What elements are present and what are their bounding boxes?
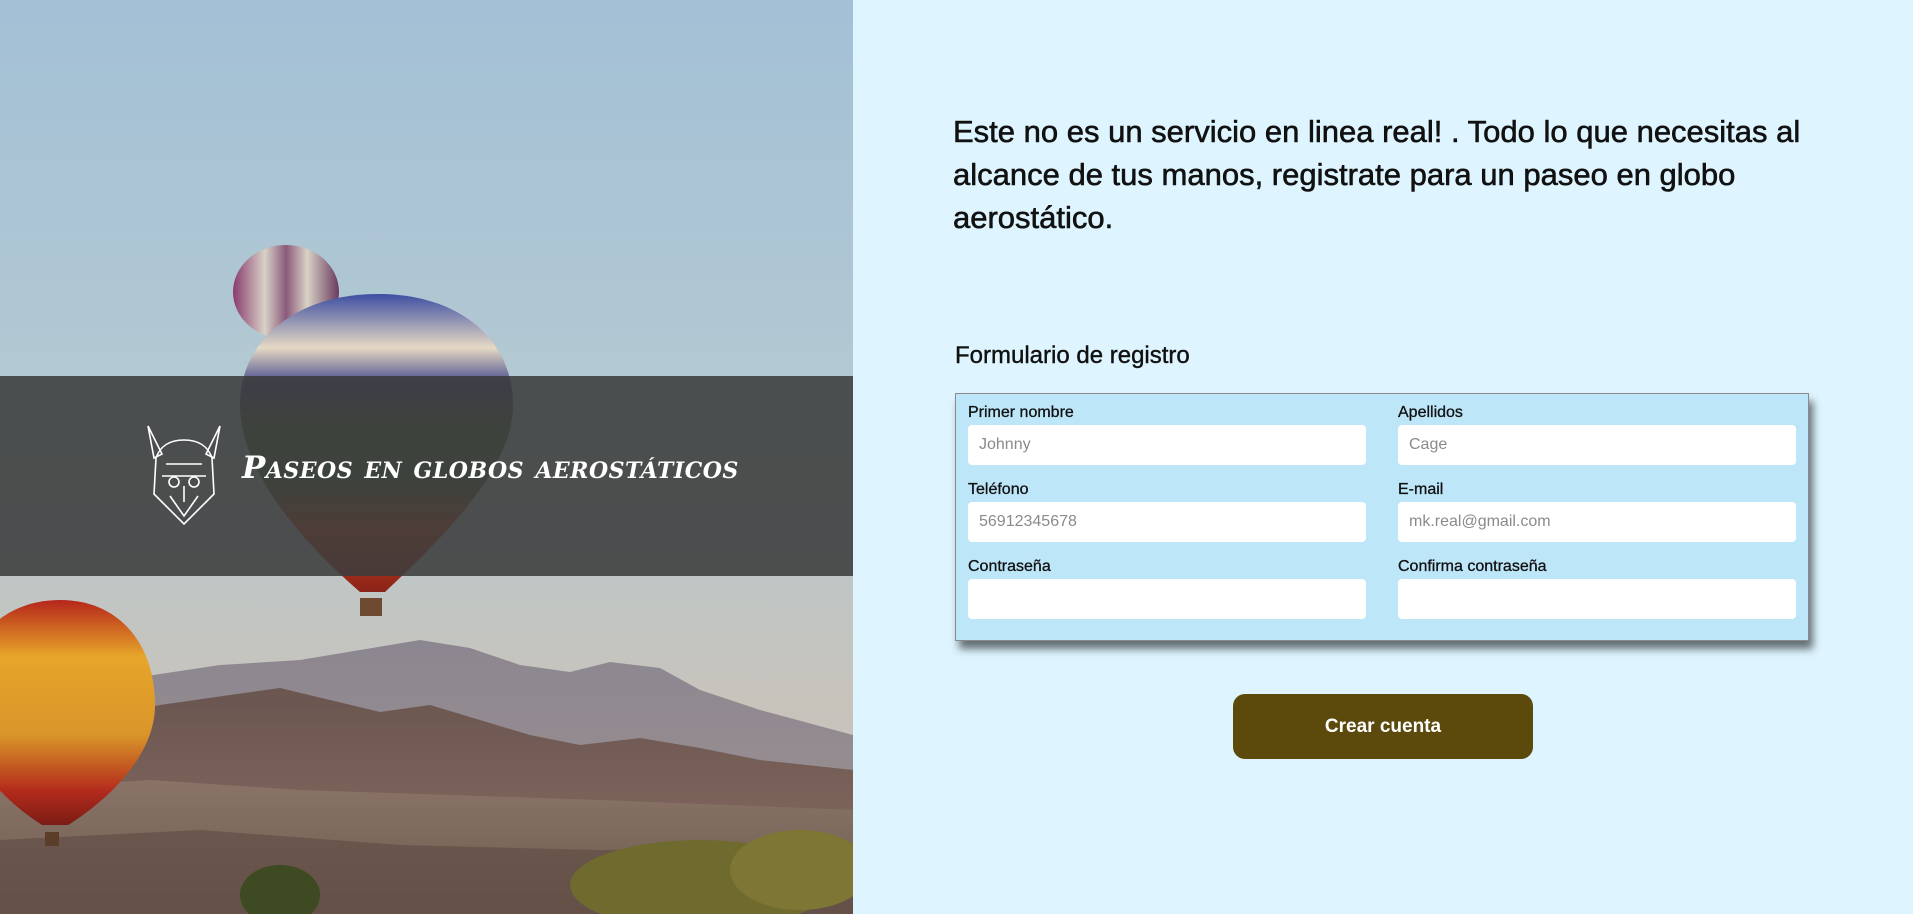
confirm-password-field: Confirma contraseña xyxy=(1398,557,1796,619)
page: Paseos en globos aerostáticos Este no es… xyxy=(0,0,1913,914)
viking-helmet-icon xyxy=(147,425,221,526)
first-name-label: Primer nombre xyxy=(968,404,1074,421)
first-name-input[interactable] xyxy=(968,425,1366,465)
first-name-field: Primer nombre xyxy=(968,403,1366,465)
brand-banner: Paseos en globos aerostáticos xyxy=(0,376,853,576)
email-label: E-mail xyxy=(1398,481,1444,498)
password-input[interactable] xyxy=(968,579,1366,619)
intro-text: Este no es un servicio en linea real! . … xyxy=(953,114,1801,236)
hero-image: Paseos en globos aerostáticos xyxy=(0,0,853,914)
phone-input[interactable] xyxy=(968,502,1366,542)
last-name-input[interactable] xyxy=(1398,425,1796,465)
phone-field: Teléfono xyxy=(968,480,1366,542)
form-title: Formulario de registro xyxy=(955,342,1190,369)
confirm-password-input[interactable] xyxy=(1398,579,1796,619)
password-field: Contraseña xyxy=(968,557,1366,619)
password-label: Contraseña xyxy=(968,558,1051,575)
phone-label: Teléfono xyxy=(968,481,1029,498)
last-name-label: Apellidos xyxy=(1398,404,1463,421)
create-account-button[interactable]: Crear cuenta xyxy=(1233,694,1533,759)
registration-form: Primer nombre Apellidos Teléfono E-mail … xyxy=(955,393,1809,641)
registration-panel: Este no es un servicio en linea real! . … xyxy=(853,0,1913,914)
last-name-field: Apellidos xyxy=(1398,403,1796,465)
email-field: E-mail xyxy=(1398,480,1796,542)
confirm-password-label: Confirma contraseña xyxy=(1398,558,1547,575)
brand-name: Paseos en globos aerostáticos xyxy=(242,450,739,486)
email-input[interactable] xyxy=(1398,502,1796,542)
